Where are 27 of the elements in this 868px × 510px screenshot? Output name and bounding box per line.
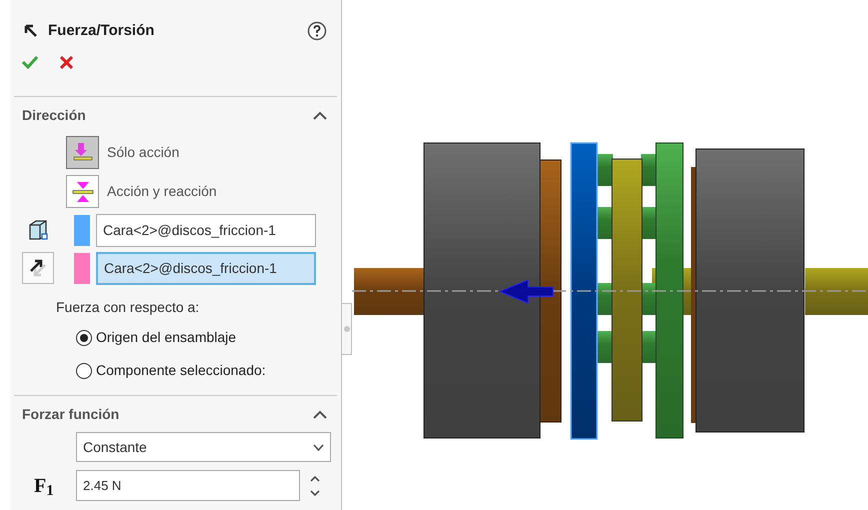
help-icon[interactable] (307, 21, 327, 41)
panel-collapse-handle[interactable] (342, 303, 352, 355)
ok-icon[interactable] (22, 55, 38, 69)
radio-option[interactable]: Origen del ensamblaje (76, 321, 341, 354)
cube-icon (27, 218, 49, 242)
radio-button[interactable] (76, 362, 92, 378)
selection-field[interactable]: Cara<2>@discos_friccion-1 (96, 214, 316, 246)
direction-option[interactable]: Sólo acción (66, 133, 341, 172)
force-value-field[interactable]: 2.45 N (76, 470, 300, 501)
force-symbol: F$_{1}$ (34, 474, 55, 500)
section-title: Forzar función (22, 404, 120, 424)
action-icon (66, 136, 99, 169)
reference-label: Fuerza con respecto a: (56, 298, 200, 317)
function-dropdown[interactable]: Constante (76, 432, 331, 462)
radio-button[interactable] (76, 330, 92, 346)
reaction-icon (66, 175, 99, 208)
section-title: Dirección (22, 106, 86, 124)
radio-option[interactable]: Componente seleccionado: (76, 354, 341, 387)
direction-option[interactable]: Acción y reacción (66, 172, 341, 211)
collapse-icon[interactable] (313, 110, 327, 120)
direction-toggle[interactable] (22, 252, 54, 284)
panel-title: Fuerza/Torsión (48, 20, 154, 41)
selection-field[interactable]: Cara<2>@discos_friccion-1 (96, 252, 316, 284)
collapse-icon[interactable] (313, 410, 327, 418)
dropdown-caret-icon (313, 444, 324, 450)
close-icon[interactable] (60, 56, 73, 68)
arrow-icon (24, 24, 38, 38)
